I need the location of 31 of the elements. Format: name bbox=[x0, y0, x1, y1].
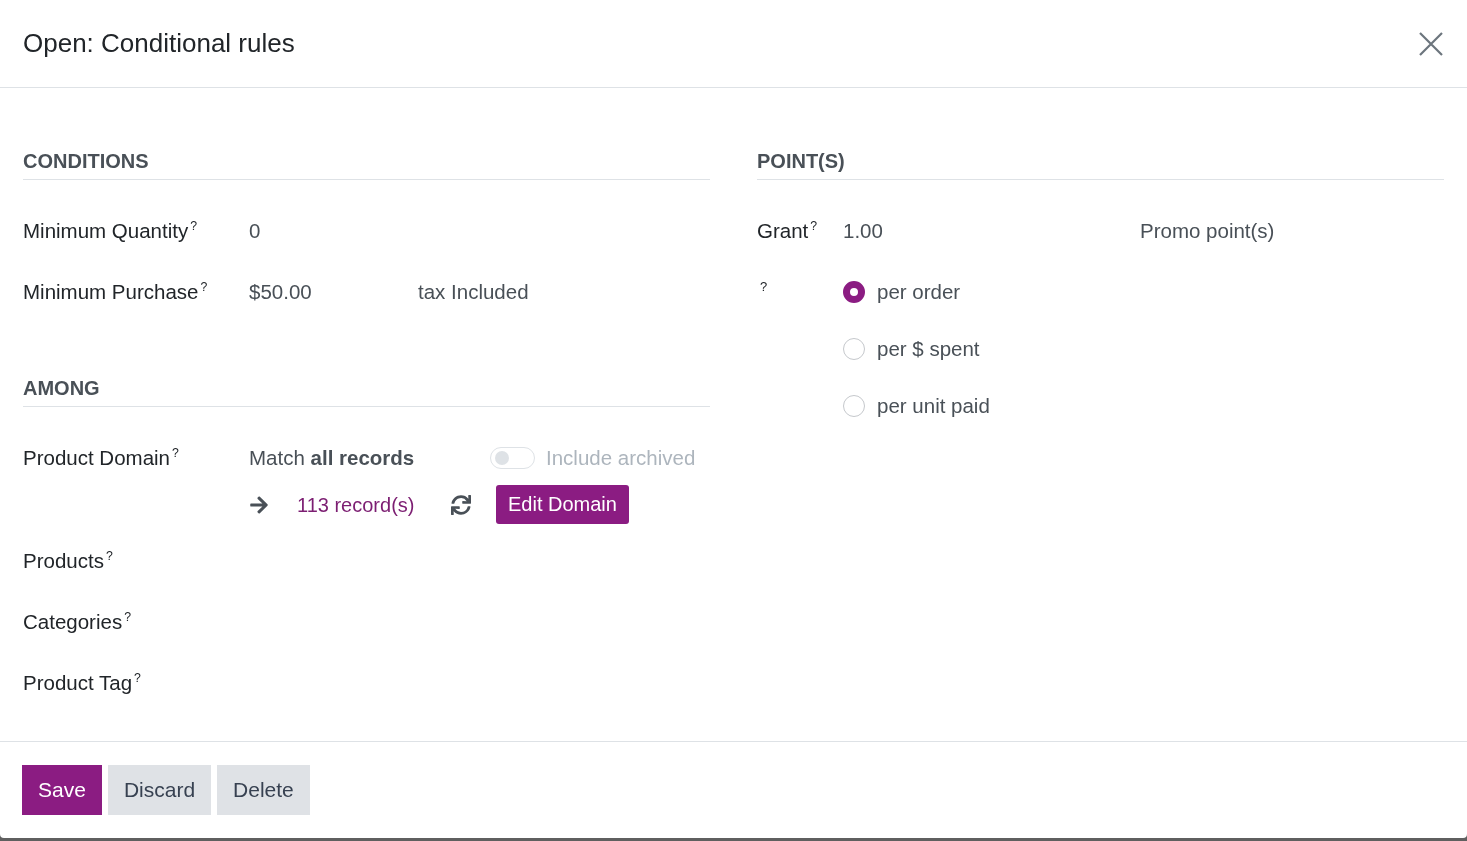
radio-label: per order bbox=[877, 280, 961, 304]
field-label: Grant$^{?}$ bbox=[757, 219, 818, 243]
close-icon[interactable] bbox=[1419, 31, 1443, 56]
radio-label: per $ spent bbox=[877, 337, 980, 361]
section-heading: POINT(S) bbox=[757, 149, 1444, 180]
section-heading: CONDITIONS bbox=[23, 149, 710, 180]
radio-button[interactable] bbox=[843, 281, 865, 303]
field-value: $50.00 bbox=[249, 280, 312, 304]
record-count-link[interactable]: 113 record(s) bbox=[297, 492, 415, 517]
radio-label: per unit paid bbox=[877, 394, 990, 418]
dialog-title: Open: Conditional rules bbox=[23, 28, 295, 59]
unit-label: Promo point(s) bbox=[1140, 219, 1275, 243]
field-label: Product Domain$^{?}$ bbox=[23, 446, 179, 470]
field-label: Products$^{?}$ bbox=[23, 549, 113, 573]
edit-domain-button[interactable]: Edit Domain bbox=[496, 485, 629, 524]
refresh-icon[interactable] bbox=[451, 494, 471, 515]
field-value: 1.00 bbox=[843, 219, 883, 243]
footer-button[interactable]: Discard bbox=[107, 765, 212, 815]
field-label: Minimum Purchase$^{?}$ bbox=[23, 280, 208, 304]
domain-summary: Match all records bbox=[249, 446, 415, 470]
field-suffix: tax Included bbox=[418, 280, 529, 304]
footer-button[interactable]: Delete bbox=[217, 765, 310, 815]
field-label: Categories$^{?}$ bbox=[23, 610, 131, 634]
field-label: Product Tag$^{?}$ bbox=[23, 671, 141, 695]
help-mark: ? bbox=[760, 280, 768, 294]
field-value: 0 bbox=[249, 219, 261, 243]
field-label: Minimum Quantity$^{?}$ bbox=[23, 219, 198, 243]
section-heading: AMONG bbox=[23, 376, 710, 407]
save-button[interactable]: Save bbox=[22, 765, 102, 815]
toggle-label: Include archived bbox=[546, 446, 696, 470]
arrow-right-icon bbox=[249, 494, 269, 515]
